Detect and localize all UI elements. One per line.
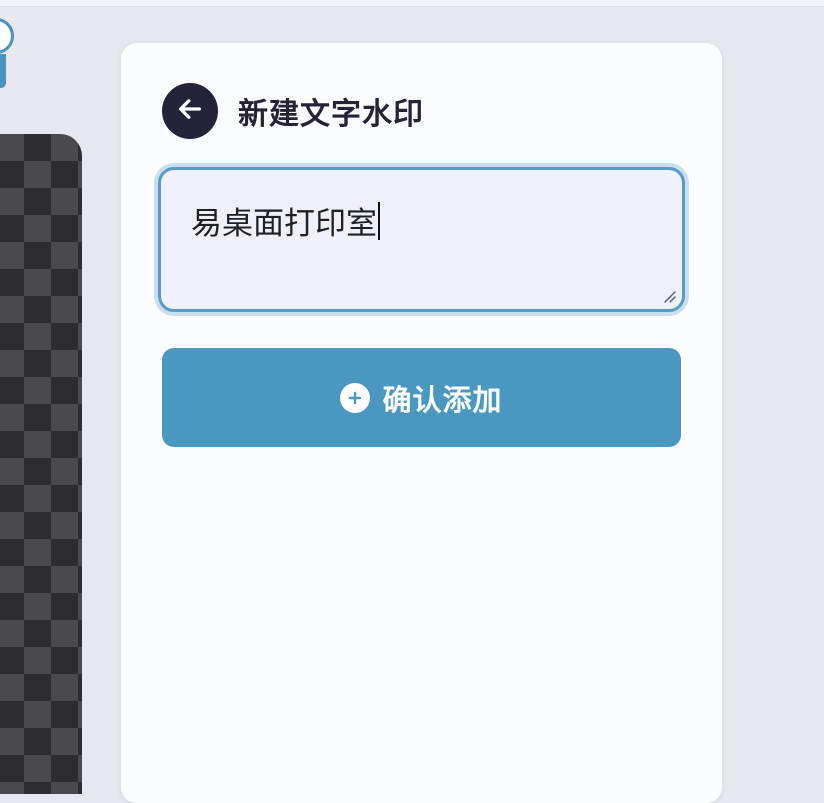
watermark-text-input[interactable]: 易桌面打印室 xyxy=(158,167,685,312)
watermark-text-content: 易桌面打印室 xyxy=(191,198,380,243)
transparent-canvas-preview xyxy=(0,134,82,794)
watermark-panel: 新建文字水印 易桌面打印室 确认添加 xyxy=(121,43,722,803)
top-edge-strip xyxy=(0,0,824,7)
resize-grip-icon[interactable] xyxy=(660,287,676,303)
selection-handle[interactable] xyxy=(0,18,14,54)
watermark-text-value: 易桌面打印室 xyxy=(191,206,377,242)
selection-handle-stem xyxy=(0,54,6,88)
panel-title: 新建文字水印 xyxy=(238,97,424,132)
arrow-left-icon xyxy=(176,95,204,127)
text-caret xyxy=(378,202,380,240)
confirm-add-label: 确认添加 xyxy=(382,382,503,417)
confirm-add-button[interactable]: 确认添加 xyxy=(162,348,681,447)
plus-circle-icon xyxy=(340,382,371,413)
back-button[interactable] xyxy=(162,83,218,139)
panel-header: 新建文字水印 xyxy=(162,83,424,139)
